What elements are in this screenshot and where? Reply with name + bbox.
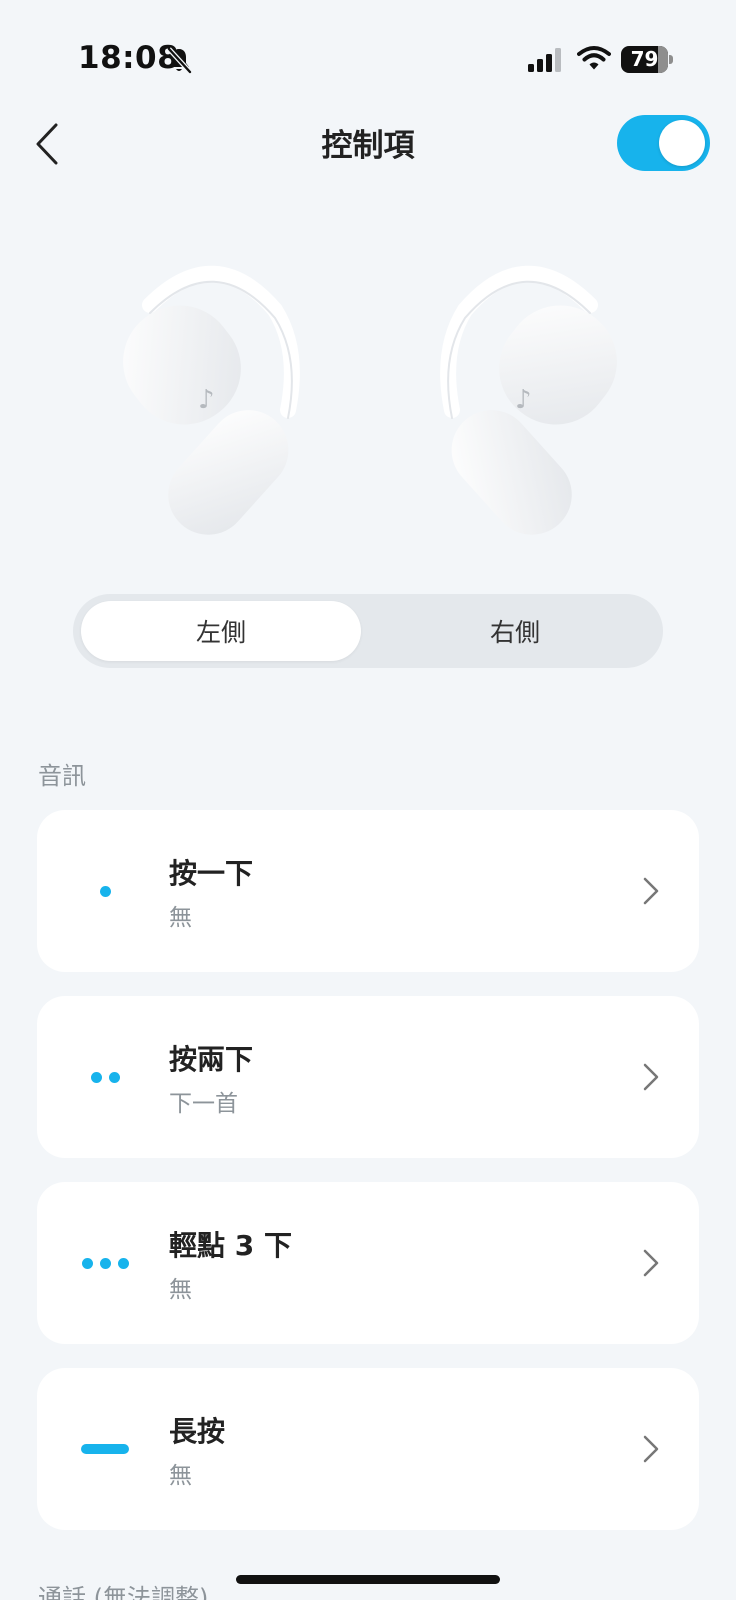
control-row-long-press[interactable]: 長按 無: [37, 1368, 699, 1530]
long-press-icon: [77, 1434, 133, 1464]
control-row-single-tap[interactable]: 按一下 無: [37, 810, 699, 972]
chevron-right-icon: [643, 1249, 659, 1277]
triple-dot-icon: [77, 1248, 133, 1278]
dot: [81, 1257, 93, 1269]
row-value: 無: [169, 905, 192, 931]
status-time: 18:08: [78, 40, 180, 76]
cellular-signal-icon: [528, 48, 561, 72]
tab-left-side[interactable]: 左側: [81, 601, 361, 661]
back-button[interactable]: [24, 118, 70, 170]
controls-toggle[interactable]: [617, 115, 710, 171]
chevron-left-icon: [36, 123, 58, 165]
battery-tip: [669, 55, 673, 64]
battery-indicator: 79: [621, 46, 673, 73]
dot: [90, 1071, 102, 1083]
home-indicator[interactable]: [236, 1575, 500, 1584]
chevron-right-icon: [643, 1435, 659, 1463]
status-bar: 18:08 79: [0, 0, 736, 110]
section-label-call: 通話 (無法調整): [38, 1584, 209, 1600]
row-title: 長按: [169, 1415, 226, 1448]
row-title: 按一下: [169, 857, 254, 890]
tab-right-side[interactable]: 右側: [375, 601, 655, 661]
earbuds-image: ♪ ♪: [123, 265, 617, 535]
dot: [108, 1071, 120, 1083]
dot: [117, 1257, 129, 1269]
wifi-icon: [577, 46, 611, 70]
chevron-right-icon: [643, 1063, 659, 1091]
single-dot-icon: [77, 876, 133, 906]
control-row-double-tap[interactable]: 按兩下 下一首: [37, 996, 699, 1158]
svg-text:♪: ♪: [198, 385, 215, 415]
battery-body: 79: [621, 46, 668, 73]
toggle-knob: [659, 120, 705, 166]
double-dot-icon: [77, 1062, 133, 1092]
section-label-audio: 音訊: [38, 762, 86, 790]
row-title: 按兩下: [169, 1043, 254, 1076]
chevron-right-icon: [643, 877, 659, 905]
controls-screen: 18:08 79 控制項 ♪ ♪ 左側 右側 音訊 按一下 無 按兩下 下一首 …: [0, 0, 736, 1600]
battery-level: 79: [630, 47, 659, 71]
control-row-triple-tap[interactable]: 輕點 3 下 無: [37, 1182, 699, 1344]
dot: [99, 1257, 111, 1269]
dot: [99, 885, 111, 897]
row-title: 輕點 3 下: [169, 1229, 292, 1262]
row-value: 無: [169, 1277, 192, 1303]
dash: [81, 1444, 129, 1454]
row-value: 下一首: [169, 1091, 238, 1117]
row-value: 無: [169, 1463, 192, 1489]
bell-muted-icon: [167, 47, 192, 74]
left-earbud: ♪: [123, 265, 300, 535]
side-selector: 左側 右側: [73, 594, 663, 668]
svg-text:♪: ♪: [515, 385, 532, 415]
right-earbud: ♪: [440, 265, 617, 535]
